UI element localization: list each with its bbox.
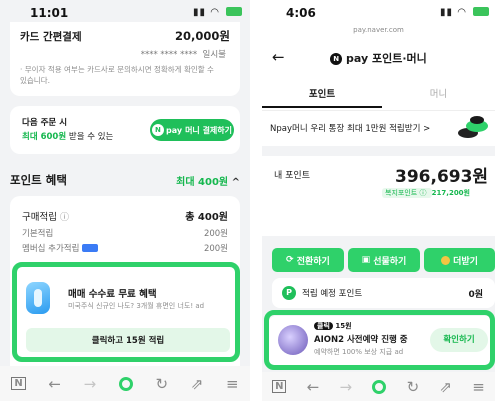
card-pay-label: 카드 간편결제 — [20, 30, 82, 43]
battery-icon — [473, 7, 490, 16]
naver-n-icon[interactable]: N — [11, 377, 26, 390]
purchase-row-label: 기본적립 — [22, 229, 54, 239]
right-screen: 4:06 ▮▮ ◠ pay.naver.com ← N pay 포인트·머니 포… — [262, 0, 495, 401]
next-order-line1: 다음 주문 시 — [22, 118, 68, 128]
page-title: 포인트·머니 — [372, 52, 427, 65]
tab-points[interactable]: 포인트 — [262, 82, 382, 108]
point-benefit-header[interactable]: 포인트 혜택 최대 400원 ^ — [10, 172, 240, 188]
browser-bottom-nav: N ← → ↻ ⇗ ≡ — [262, 372, 495, 401]
convert-button-label: 전환하기 — [296, 256, 330, 267]
convert-icon: ⟳ — [286, 255, 294, 265]
gift-icon: ▣ — [361, 255, 371, 265]
back-arrow-icon[interactable]: ← — [48, 375, 61, 393]
card-pay-amount: 20,000원 — [175, 29, 230, 43]
my-points-value: 396,693원 — [395, 167, 489, 187]
battery-icon — [226, 7, 243, 16]
expected-points-row[interactable]: P 적립 예정 포인트 0원 — [272, 278, 495, 308]
coin-icon — [441, 255, 451, 265]
page-header: pay.naver.com ← N pay 포인트·머니 포인트 머니 — [262, 26, 495, 110]
home-icon[interactable] — [372, 379, 387, 394]
gift-button[interactable]: ▣ 선물하기 — [348, 248, 420, 272]
next-order-rest: 받을 수 있는 — [66, 132, 114, 142]
welfare-points-badge[interactable]: 복지포인트 ⓘ — [382, 188, 432, 198]
purchase-row-value: 200원 — [203, 229, 228, 239]
naver-n-icon[interactable]: N — [272, 380, 287, 393]
card-pay-section: 카드 간편결제 20,000원 **** **** **** 일시불 · 무이자… — [10, 22, 240, 96]
chevron-up-icon: ^ — [231, 176, 240, 188]
browser-bottom-nav: N ← → ↻ ⇗ ≡ — [0, 366, 250, 401]
purchase-row-value: 200원 — [203, 244, 228, 254]
installment-label: 일시불 — [202, 50, 226, 60]
point-benefit-title: 포인트 혜택 — [10, 173, 67, 187]
earn-more-button-label: 더받기 — [453, 256, 478, 267]
my-points-label: 내 포인트 — [274, 171, 310, 181]
my-points-section: 내 포인트 396,693원 복지포인트 ⓘ 217,200원 — [262, 156, 495, 236]
money-pay-button[interactable]: N pay 머니 결제하기 — [150, 119, 234, 141]
expected-points-label: 적립 예정 포인트 — [302, 289, 363, 299]
status-bar: 4:06 ▮▮ ◠ — [262, 0, 495, 26]
money-account-banner[interactable]: Npay머니 우리 통장 최대 1만원 적립받기 > — [262, 110, 495, 146]
coin-stack-icon — [458, 116, 490, 140]
npay-brand: pay — [165, 125, 183, 135]
money-pay-button-label: 머니 결제하기 — [185, 125, 233, 135]
npay-logo-icon: N — [330, 53, 343, 65]
purchase-points-title: 구매적립 — [22, 211, 57, 223]
tab-money[interactable]: 머니 — [382, 82, 495, 108]
npay-logo-icon: N — [151, 124, 164, 136]
purchase-row-label: 멤버십 추가적립 — [22, 244, 80, 254]
signal-icon: ▮▮ — [193, 7, 207, 18]
wifi-icon: ◠ — [210, 7, 220, 18]
membership-badge-icon — [82, 244, 99, 252]
status-time: 4:06 — [286, 6, 316, 20]
purchase-points-total: 총 400원 — [185, 212, 228, 223]
url-bar[interactable]: pay.naver.com — [262, 26, 495, 34]
card-info: **** **** **** 일시불 — [141, 48, 226, 60]
convert-button[interactable]: ⟳ 전환하기 — [272, 248, 344, 272]
forward-arrow-icon[interactable]: → — [84, 375, 97, 393]
card-number: **** **** **** — [140, 50, 198, 60]
info-icon[interactable]: ⓘ — [60, 213, 69, 223]
wifi-icon: ◠ — [457, 7, 467, 18]
tab-label: 머니 — [429, 89, 448, 100]
share-icon[interactable]: ⇗ — [191, 375, 204, 393]
next-order-card: 다음 주문 시 최대 600원 받을 수 있는 N pay 머니 결제하기 — [10, 106, 240, 154]
share-icon[interactable]: ⇗ — [439, 378, 452, 396]
status-icons: ▮▮ ◠ — [193, 7, 243, 18]
welfare-points-label: 복지포인트 — [385, 189, 418, 197]
purchase-row-basic: 기본적립 200원 — [22, 227, 228, 239]
earn-more-button[interactable]: 더받기 — [424, 248, 495, 272]
refresh-icon[interactable]: ↻ — [156, 375, 169, 393]
npay-brand: pay — [346, 52, 369, 65]
banner-text: Npay머니 우리 통장 최대 1만원 적립받기 > — [270, 124, 431, 134]
home-icon[interactable] — [118, 376, 133, 391]
highlight-frame — [264, 310, 495, 370]
signal-icon: ▮▮ — [440, 7, 454, 18]
welfare-points-value: 217,200원 — [431, 189, 470, 197]
point-benefit-max: 최대 400원 — [176, 176, 229, 188]
left-screen: 11:01 ▮▮ ◠ 카드 간편결제 20,000원 **** **** ***… — [0, 0, 250, 401]
gift-button-label: 선물하기 — [373, 256, 407, 267]
forward-arrow-icon[interactable]: → — [340, 378, 353, 396]
highlight-frame — [12, 262, 240, 362]
purchase-row-membership: 멤버십 추가적립 200원 — [22, 242, 228, 254]
status-time: 11:01 — [30, 6, 69, 20]
tab-label: 포인트 — [308, 89, 336, 100]
menu-icon[interactable]: ≡ — [226, 375, 239, 393]
next-order-highlight: 최대 600원 — [22, 132, 67, 142]
card-pay-note: · 무이자 적용 여부는 카드사로 문의하시면 정확하게 확인할 수 있습니다. — [20, 65, 214, 85]
expected-points-value: 0원 — [468, 290, 483, 300]
status-icons: ▮▮ ◠ — [440, 7, 490, 18]
back-arrow-icon[interactable]: ← — [307, 378, 320, 396]
menu-icon[interactable]: ≡ — [472, 378, 485, 396]
info-icon: ⓘ — [419, 189, 427, 197]
point-p-icon: P — [282, 286, 296, 300]
refresh-icon[interactable]: ↻ — [407, 378, 420, 396]
